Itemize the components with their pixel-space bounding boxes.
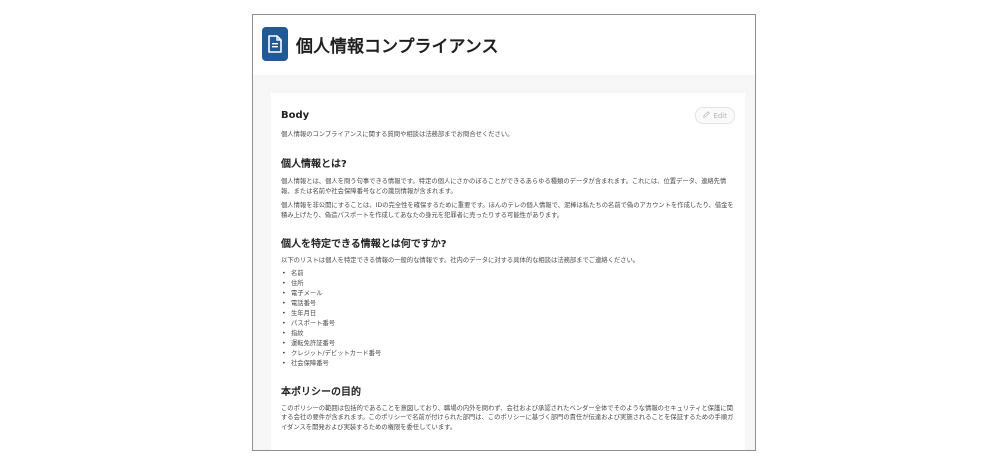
list-item: 住所 [281, 279, 735, 289]
edit-button[interactable]: Edit [695, 107, 735, 124]
pencil-icon [703, 111, 711, 120]
list-item: 電話番号 [281, 299, 735, 309]
list-item: 指紋 [281, 329, 735, 339]
list-item: 運転免許証番号 [281, 339, 735, 349]
list-item: 電子メール [281, 289, 735, 299]
paragraph: 個人情報を非公開にすることは、IDの完全性を確保するために重要です。ほんのテレの… [281, 201, 734, 219]
article-window: 個人情報コンプライアンス Body Edit 個人情報のコンプライアンスに関する… [252, 14, 756, 451]
rich-text-body: 個人情報のコンプライアンスに関する質問や相談は法務部までお問合せください。 個人… [281, 130, 735, 433]
list-item: 名前 [281, 269, 735, 279]
section-heading: 個人を特定できる情報とは何ですか? [281, 238, 447, 250]
paragraph: このポリシーの範囲は包括的であることを意図しており、職場の内外を問わず、会社およ… [281, 404, 734, 432]
body-card: Body Edit 個人情報のコンプライアンスに関する質問や相談は法務部までお問… [271, 93, 745, 450]
pii-list: 名前 住所 電子メール 電話番号 生年月日 パスポート番号 指紋 運転免許証番号… [281, 269, 735, 368]
content-area: Body Edit 個人情報のコンプライアンスに関する質問や相談は法務部までお問… [253, 75, 755, 450]
paragraph: 個人情報とは、個人を問う句事できる情報です。特定の個人にさかのぼることができるあ… [281, 177, 727, 195]
list-item: パスポート番号 [281, 319, 735, 329]
list-item: 社会保障番号 [281, 359, 735, 369]
section-heading: 本ポリシーの目的 [281, 386, 361, 398]
body-field-label: Body [281, 110, 310, 121]
article-header: 個人情報コンプライアンス [253, 15, 755, 73]
paragraph: 以下のリストは個人を特定できる情報の一般的な情報です。社内のデータに対する具体的… [281, 256, 640, 264]
section-heading: 個人情報とは? [281, 158, 347, 170]
edit-button-label: Edit [713, 111, 727, 120]
intro-paragraph: 個人情報のコンプライアンスに関する質問や相談は法務部までお問合せください。 [281, 131, 514, 138]
list-item: クレジット/デビットカード番号 [281, 349, 735, 359]
page-title: 個人情報コンプライアンス [296, 36, 499, 57]
list-item: 生年月日 [281, 309, 735, 319]
document-icon [262, 27, 288, 61]
